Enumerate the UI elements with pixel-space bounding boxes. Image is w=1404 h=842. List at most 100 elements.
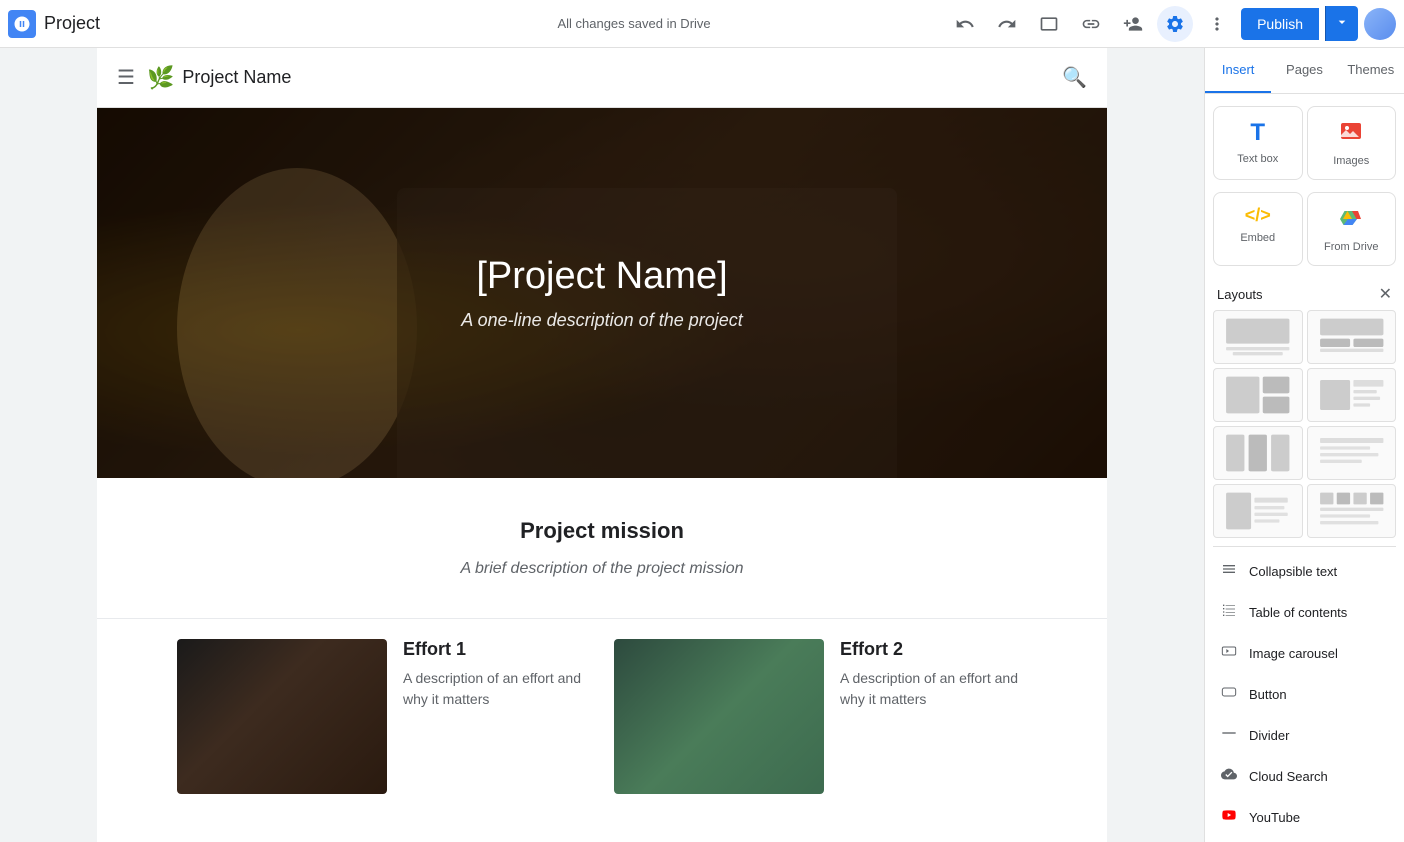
layout-option-3[interactable] bbox=[1213, 368, 1303, 422]
images-label: Images bbox=[1333, 155, 1369, 167]
topbar: Project All changes saved in Drive Publi… bbox=[0, 0, 1404, 48]
insert-drive-button[interactable]: From Drive bbox=[1307, 192, 1397, 266]
embed-label: Embed bbox=[1240, 232, 1275, 244]
button-icon bbox=[1219, 684, 1239, 705]
hero-content: [Project Name] A one-line description of… bbox=[461, 255, 743, 331]
site-logo-icon: 🌿 bbox=[147, 65, 174, 91]
tab-pages[interactable]: Pages bbox=[1271, 48, 1337, 93]
search-icon[interactable]: 🔍 bbox=[1062, 65, 1087, 90]
publish-button[interactable]: Publish bbox=[1241, 8, 1319, 40]
youtube-icon bbox=[1219, 807, 1239, 828]
more-button[interactable] bbox=[1199, 6, 1235, 42]
insert-images-button[interactable]: Images bbox=[1307, 106, 1397, 180]
layout-option-7[interactable] bbox=[1213, 484, 1303, 538]
hero-section[interactable]: [Project Name] A one-line description of… bbox=[97, 108, 1107, 478]
effort-card-2: Effort 2 A description of an effort and … bbox=[614, 639, 1027, 794]
site-header: ☰ 🌿 Project Name 🔍 bbox=[97, 48, 1107, 108]
efforts-section: Effort 1 A description of an effort and … bbox=[97, 619, 1107, 834]
publish-dropdown-button[interactable] bbox=[1325, 6, 1358, 41]
layouts-section: Layouts ✕ bbox=[1213, 278, 1396, 538]
link-button[interactable] bbox=[1073, 6, 1109, 42]
right-panel: Insert Pages Themes T Text box Images bbox=[1204, 48, 1404, 842]
efforts-grid: Effort 1 A description of an effort and … bbox=[177, 639, 1027, 794]
canvas-area[interactable]: ☰ 🌿 Project Name 🔍 [Project Name] A one-… bbox=[0, 48, 1204, 842]
panel-list: Collapsible text Table of contents Image… bbox=[1213, 551, 1396, 842]
layout-option-6[interactable] bbox=[1307, 426, 1397, 480]
collapsible-text-item[interactable]: Collapsible text bbox=[1213, 551, 1396, 592]
youtube-item[interactable]: YouTube bbox=[1213, 797, 1396, 838]
calendar-item[interactable]: Calendar bbox=[1213, 838, 1396, 842]
hero-subtitle: A one-line description of the project bbox=[461, 310, 743, 331]
layout-option-2[interactable] bbox=[1307, 310, 1397, 364]
app-title: Project bbox=[44, 13, 100, 34]
layout-option-5[interactable] bbox=[1213, 426, 1303, 480]
table-of-contents-item[interactable]: Table of contents bbox=[1213, 592, 1396, 633]
layouts-close-button[interactable]: ✕ bbox=[1379, 284, 1392, 304]
divider-label: Divider bbox=[1249, 728, 1289, 743]
redo-button[interactable] bbox=[989, 6, 1025, 42]
settings-button[interactable] bbox=[1157, 6, 1193, 42]
insert-textbox-button[interactable]: T Text box bbox=[1213, 106, 1303, 180]
effort-desc-1: A description of an effort and why it ma… bbox=[403, 668, 590, 710]
mission-subtitle: A brief description of the project missi… bbox=[177, 560, 1027, 578]
drive-label: From Drive bbox=[1324, 241, 1378, 253]
toc-label: Table of contents bbox=[1249, 605, 1347, 620]
carousel-label: Image carousel bbox=[1249, 646, 1338, 661]
tab-themes[interactable]: Themes bbox=[1338, 48, 1404, 93]
topbar-left: Project bbox=[8, 10, 321, 38]
undo-button[interactable] bbox=[947, 6, 983, 42]
button-item[interactable]: Button bbox=[1213, 674, 1396, 715]
button-label: Button bbox=[1249, 687, 1287, 702]
site-name: Project Name bbox=[182, 67, 291, 88]
mission-title: Project mission bbox=[177, 518, 1027, 544]
layout-option-8[interactable] bbox=[1307, 484, 1397, 538]
carousel-icon bbox=[1219, 643, 1239, 664]
avatar[interactable] bbox=[1364, 8, 1396, 40]
topbar-center: All changes saved in Drive bbox=[321, 16, 947, 31]
collapsible-icon bbox=[1219, 561, 1239, 582]
drive-icon bbox=[1339, 205, 1363, 235]
cloud-search-icon bbox=[1219, 766, 1239, 787]
effort-card: Effort 1 A description of an effort and … bbox=[177, 639, 590, 794]
main-container: ☰ 🌿 Project Name 🔍 [Project Name] A one-… bbox=[0, 48, 1404, 842]
effort-image-1 bbox=[177, 639, 387, 794]
insert-embed-button[interactable]: </> Embed bbox=[1213, 192, 1303, 266]
textbox-icon: T bbox=[1250, 119, 1265, 147]
effort-title-2: Effort 2 bbox=[840, 639, 1027, 660]
layout-option-1[interactable] bbox=[1213, 310, 1303, 364]
saved-status: All changes saved in Drive bbox=[557, 16, 710, 31]
preview-button[interactable] bbox=[1031, 6, 1067, 42]
divider-item[interactable]: Divider bbox=[1213, 715, 1396, 756]
mission-section: Project mission A brief description of t… bbox=[97, 478, 1107, 619]
divider-1 bbox=[1213, 546, 1396, 547]
layouts-grid bbox=[1213, 310, 1396, 538]
insert-grid-1: T Text box Images bbox=[1213, 106, 1396, 180]
toc-icon bbox=[1219, 602, 1239, 623]
effort-info-1: Effort 1 A description of an effort and … bbox=[403, 639, 590, 710]
effort-title-1: Effort 1 bbox=[403, 639, 590, 660]
embed-icon: </> bbox=[1245, 205, 1271, 226]
divider-icon bbox=[1219, 725, 1239, 746]
images-icon bbox=[1339, 119, 1363, 149]
cloud-search-label: Cloud Search bbox=[1249, 769, 1328, 784]
tab-insert[interactable]: Insert bbox=[1205, 48, 1271, 93]
image-carousel-item[interactable]: Image carousel bbox=[1213, 633, 1396, 674]
youtube-label: YouTube bbox=[1249, 810, 1300, 825]
site-preview: ☰ 🌿 Project Name 🔍 [Project Name] A one-… bbox=[97, 48, 1107, 842]
hero-title: [Project Name] bbox=[461, 255, 743, 298]
cloud-search-item[interactable]: Cloud Search bbox=[1213, 756, 1396, 797]
effort-image-2 bbox=[614, 639, 824, 794]
insert-grid-2: </> Embed From Drive bbox=[1213, 192, 1396, 266]
layout-option-4[interactable] bbox=[1307, 368, 1397, 422]
layouts-header: Layouts ✕ bbox=[1213, 278, 1396, 310]
panel-tabs: Insert Pages Themes bbox=[1205, 48, 1404, 94]
add-user-button[interactable] bbox=[1115, 6, 1151, 42]
collapsible-text-label: Collapsible text bbox=[1249, 564, 1337, 579]
textbox-label: Text box bbox=[1237, 153, 1278, 165]
effort-desc-2: A description of an effort and why it ma… bbox=[840, 668, 1027, 710]
app-icon bbox=[8, 10, 36, 38]
panel-content: T Text box Images </> Embed bbox=[1205, 94, 1404, 842]
hamburger-icon[interactable]: ☰ bbox=[117, 65, 135, 90]
topbar-right: Publish bbox=[947, 6, 1396, 42]
effort-info-2: Effort 2 A description of an effort and … bbox=[840, 639, 1027, 710]
